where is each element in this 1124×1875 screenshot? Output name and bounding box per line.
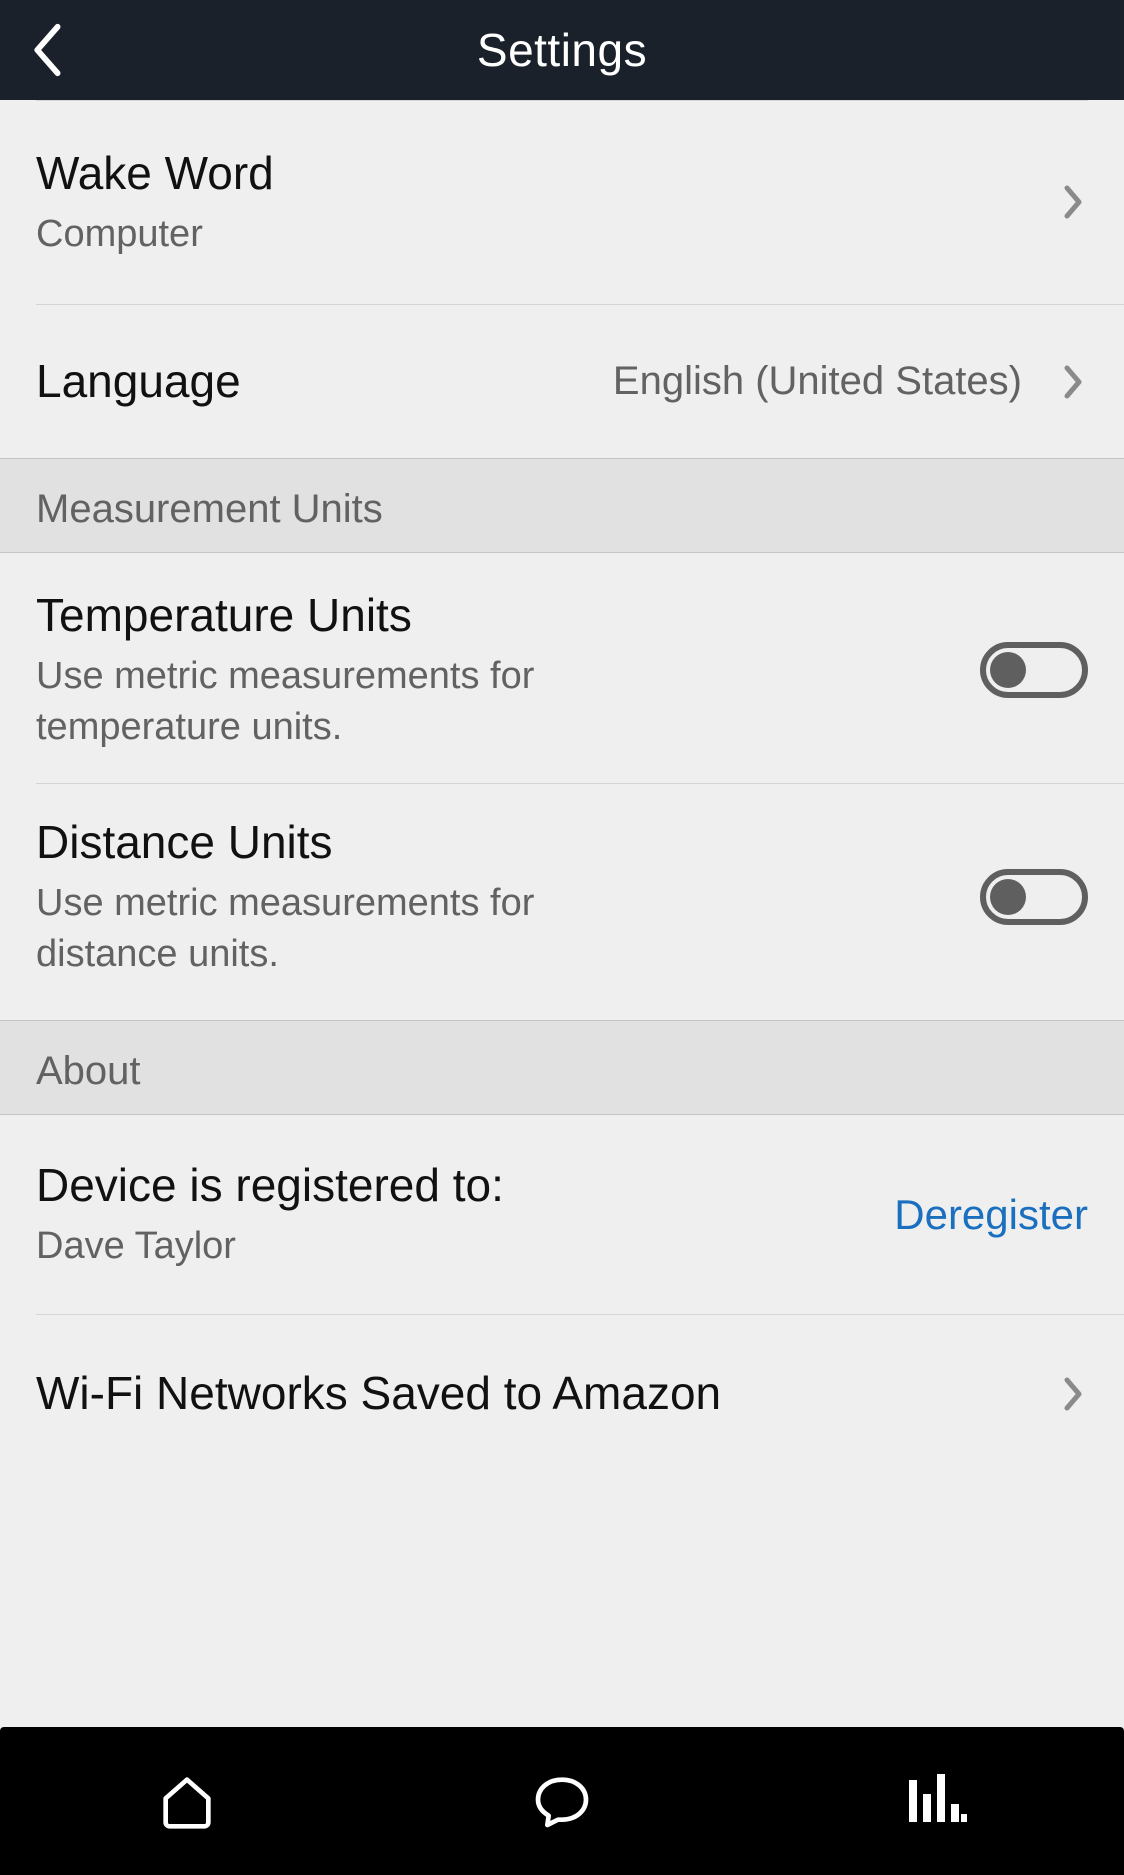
back-button[interactable]: [28, 0, 64, 100]
section-title: Measurement Units: [36, 487, 1088, 532]
settings-list: Wake Word Computer Language English (Uni…: [0, 100, 1124, 1493]
section-header-about: About: [0, 1020, 1124, 1115]
row-wake-word[interactable]: Wake Word Computer: [36, 101, 1124, 305]
row-subtitle: Dave Taylor: [36, 1221, 676, 1272]
equalizer-icon: [905, 1774, 969, 1828]
row-subtitle: Computer: [36, 209, 676, 260]
toggle-temperature-units[interactable]: [980, 642, 1088, 698]
toggle-knob: [990, 879, 1026, 915]
section-title: About: [36, 1049, 1088, 1094]
tab-home[interactable]: [0, 1727, 375, 1875]
section-header-measurement: Measurement Units: [0, 458, 1124, 553]
deregister-link[interactable]: Deregister: [894, 1191, 1088, 1239]
row-title: Distance Units: [36, 814, 980, 872]
row-title: Wake Word: [36, 145, 1058, 203]
row-subtitle: Use metric measurements for temperature …: [36, 651, 676, 754]
row-title: Device is registered to:: [36, 1157, 874, 1215]
row-distance-units: Distance Units Use metric measurements f…: [0, 784, 1124, 1020]
toggle-knob: [990, 652, 1026, 688]
row-wifi-networks[interactable]: Wi-Fi Networks Saved to Amazon: [0, 1315, 1124, 1493]
page-title: Settings: [0, 23, 1124, 77]
toggle-distance-units[interactable]: [980, 869, 1088, 925]
tab-bar: [0, 1727, 1124, 1875]
chevron-right-icon: [1058, 177, 1088, 227]
home-icon: [155, 1769, 219, 1833]
chevron-right-icon: [1058, 357, 1088, 407]
tab-chat[interactable]: [375, 1727, 750, 1875]
row-subtitle: Use metric measurements for distance uni…: [36, 878, 676, 981]
row-temperature-units: Temperature Units Use metric measurement…: [36, 553, 1124, 784]
row-title: Language: [36, 353, 613, 411]
header: Settings: [0, 0, 1124, 100]
row-title: Wi-Fi Networks Saved to Amazon: [36, 1365, 1058, 1423]
row-title: Temperature Units: [36, 587, 980, 645]
chevron-left-icon: [28, 21, 64, 79]
chat-icon: [530, 1769, 594, 1833]
row-registered-to: Device is registered to: Dave Taylor Der…: [36, 1115, 1124, 1315]
row-language[interactable]: Language English (United States): [0, 305, 1124, 459]
tab-equalizer[interactable]: [749, 1727, 1124, 1875]
chevron-right-icon: [1058, 1369, 1088, 1419]
row-value: English (United States): [613, 359, 1022, 404]
